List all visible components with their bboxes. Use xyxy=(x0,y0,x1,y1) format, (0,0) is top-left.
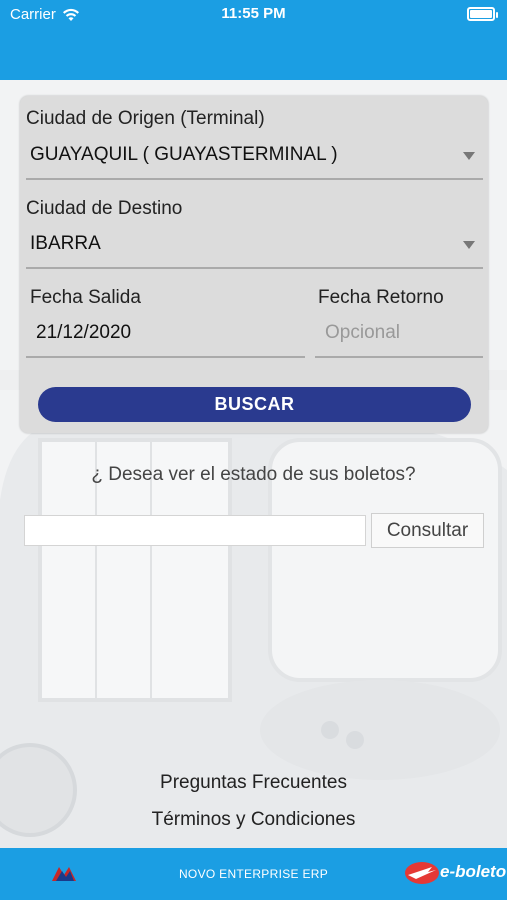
consult-button[interactable]: Consultar xyxy=(371,513,484,548)
return-underline xyxy=(315,356,483,358)
ticket-number-input[interactable] xyxy=(24,515,366,546)
app-screen: Carrier 11:55 PM Ciudad de Origen (Termi xyxy=(0,0,507,900)
search-card: Ciudad de Origen (Terminal) GUAYAQUIL ( … xyxy=(20,96,488,433)
origin-underline xyxy=(26,178,483,180)
departure-date-field[interactable]: 21/12/2020 xyxy=(36,322,131,344)
destination-underline xyxy=(26,267,483,269)
destination-select[interactable]: IBARRA xyxy=(30,233,101,255)
clock: 11:55 PM xyxy=(221,5,286,22)
return-date-label: Fecha Retorno xyxy=(318,287,444,308)
destination-chevron-down-icon[interactable] xyxy=(463,241,475,249)
destination-label: Ciudad de Destino xyxy=(26,198,183,219)
header-bar: Carrier 11:55 PM xyxy=(0,0,507,80)
brand-name: e-boleto xyxy=(440,862,507,881)
e-boleto-logo-icon xyxy=(405,862,439,884)
departure-underline xyxy=(26,356,305,358)
faq-link[interactable]: Preguntas Frecuentes xyxy=(0,772,507,794)
ticket-status-prompt: ¿ Desea ver el estado de sus boletos? xyxy=(91,464,416,485)
departure-date-label: Fecha Salida xyxy=(30,287,141,308)
footer-bar: NOVO ENTERPRISE ERP e-boleto xyxy=(0,848,507,900)
battery-icon xyxy=(467,7,498,21)
origin-label: Ciudad de Origen (Terminal) xyxy=(26,108,265,129)
terms-link[interactable]: Términos y Condiciones xyxy=(0,809,507,831)
origin-chevron-down-icon[interactable] xyxy=(463,152,475,160)
return-date-field[interactable]: Opcional xyxy=(325,322,400,344)
status-bar: Carrier 11:55 PM xyxy=(0,5,507,25)
origin-select[interactable]: GUAYAQUIL ( GUAYASTERMINAL ) xyxy=(30,144,338,166)
search-button[interactable]: BUSCAR xyxy=(38,387,471,422)
